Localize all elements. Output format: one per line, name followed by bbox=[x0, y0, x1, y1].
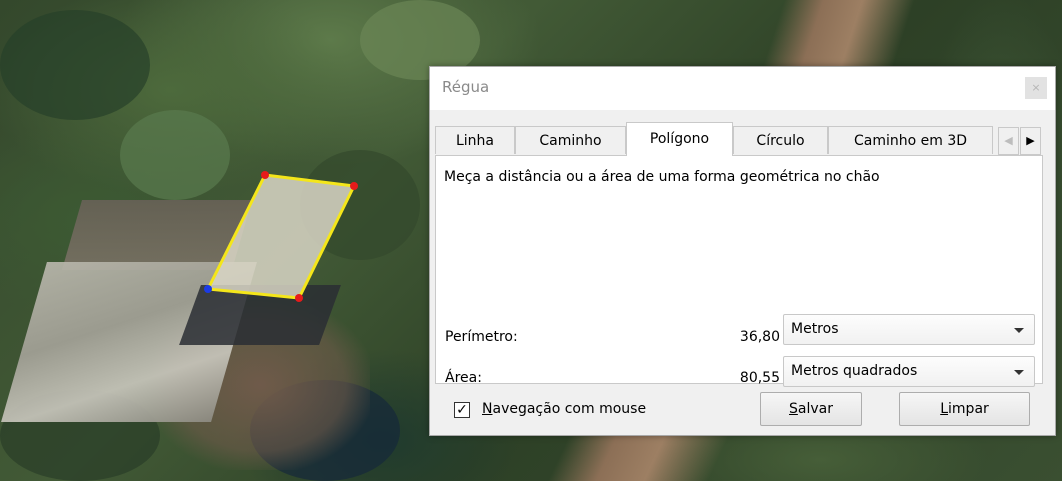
close-button[interactable]: × bbox=[1025, 77, 1047, 99]
close-icon: × bbox=[1031, 81, 1041, 94]
mouse-navigation-label[interactable]: Navegação com mouse bbox=[482, 401, 646, 417]
tab-caminho-3d[interactable]: Caminho em 3D bbox=[828, 126, 993, 154]
perimeter-unit-value: Metros bbox=[791, 321, 839, 337]
vertex-red[interactable] bbox=[295, 294, 303, 302]
mouse-navigation-checkbox[interactable]: ✓ bbox=[454, 402, 470, 418]
area-label: Área: bbox=[445, 370, 482, 386]
tab-caminho[interactable]: Caminho bbox=[515, 126, 626, 154]
tab-poligono[interactable]: Polígono bbox=[626, 122, 733, 156]
tab-scroll-left-button[interactable]: ◀ bbox=[998, 127, 1019, 155]
perimeter-value: 36,80 bbox=[739, 329, 780, 345]
dialog-titlebar[interactable]: Régua × bbox=[430, 67, 1055, 110]
area-unit-value: Metros quadrados bbox=[791, 363, 918, 379]
tab-panel-poligono: Meça a distância ou a área de uma forma … bbox=[435, 155, 1043, 387]
save-button[interactable]: Salvar bbox=[760, 392, 862, 426]
tab-circulo[interactable]: Círculo bbox=[733, 126, 828, 154]
chevron-down-icon bbox=[1014, 328, 1024, 333]
perimeter-unit-select[interactable]: Metros bbox=[783, 314, 1035, 345]
tab-linha[interactable]: Linha bbox=[435, 126, 515, 154]
checkmark-icon: ✓ bbox=[456, 402, 468, 418]
panel-description: Meça a distância ou a área de uma forma … bbox=[444, 169, 880, 185]
vertex-red[interactable] bbox=[350, 182, 358, 190]
tab-bar: Linha Caminho Polígono Círculo Caminho e… bbox=[435, 122, 1043, 156]
clear-button[interactable]: Limpar bbox=[899, 392, 1030, 426]
roof-highlight bbox=[208, 175, 354, 298]
chevron-left-icon: ◀ bbox=[1004, 134, 1013, 147]
vertex-blue[interactable] bbox=[204, 285, 212, 293]
chevron-right-icon: ▶ bbox=[1026, 134, 1035, 147]
perimeter-label: Perímetro: bbox=[445, 329, 518, 345]
tab-scroll-right-button[interactable]: ▶ bbox=[1020, 127, 1041, 155]
dialog-title: Régua bbox=[442, 78, 490, 96]
chevron-down-icon bbox=[1014, 370, 1024, 375]
vertex-red[interactable] bbox=[261, 171, 269, 179]
ruler-dialog: Régua × Linha Caminho Polígono Círculo C… bbox=[429, 66, 1056, 436]
area-value: 80,55 bbox=[739, 370, 780, 386]
area-unit-select[interactable]: Metros quadrados bbox=[783, 356, 1035, 387]
